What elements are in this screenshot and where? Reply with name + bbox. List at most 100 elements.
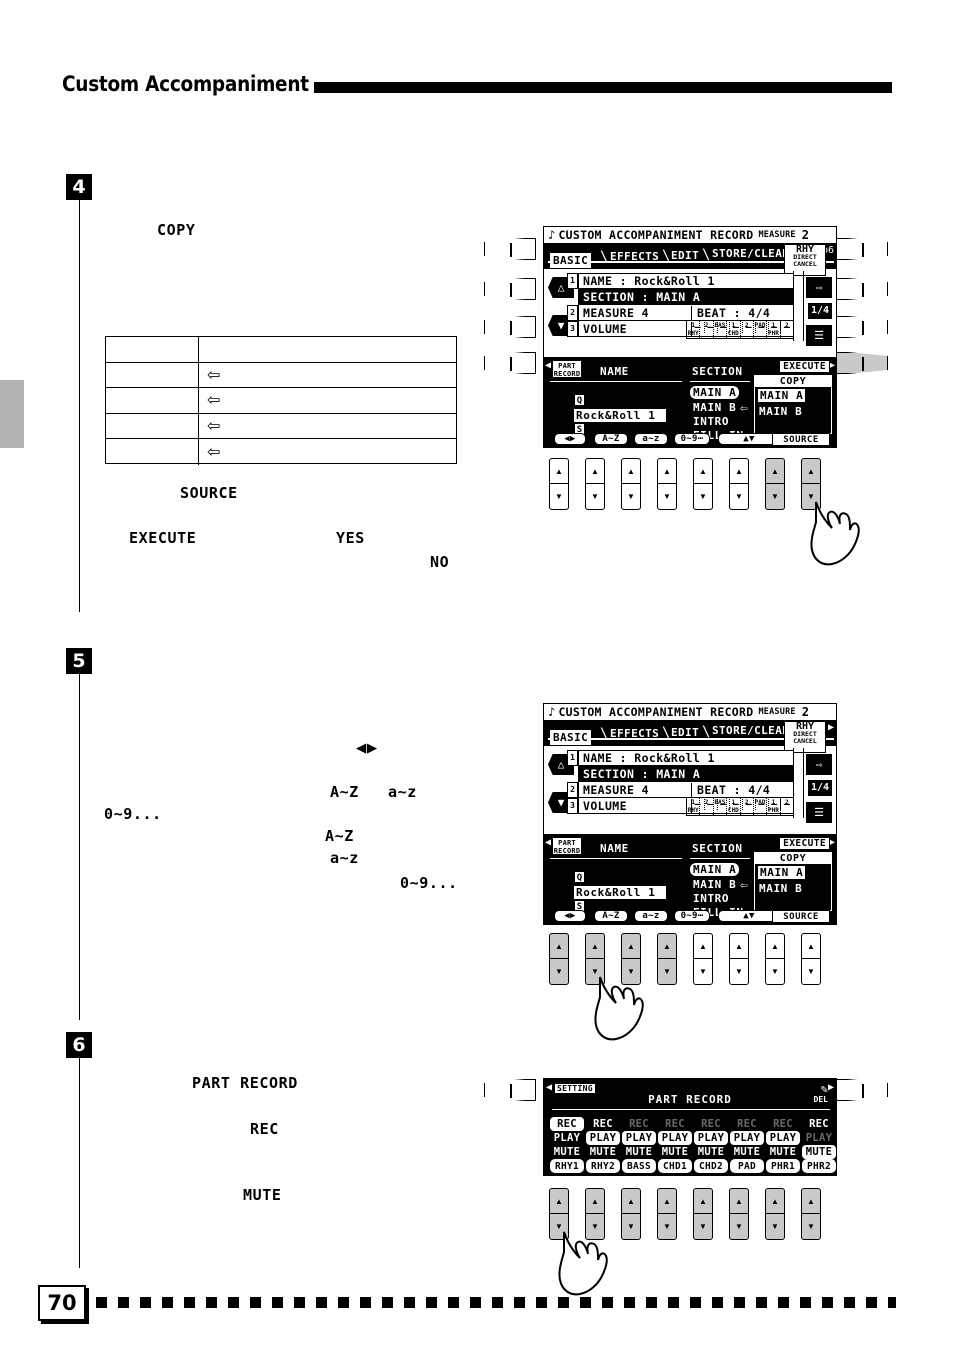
lcd-row-measure-beat[interactable]: MEASURE 4 BEAT : 4/4 xyxy=(578,305,794,321)
cell-play[interactable]: PLAY xyxy=(658,1131,692,1145)
softkey-uppercase[interactable]: A~Z xyxy=(594,433,628,445)
copy-item-main-b[interactable]: MAIN B xyxy=(759,405,802,418)
lcd-row-name[interactable]: NAME : Rock&Roll 1 xyxy=(578,750,794,766)
tab-edit[interactable]: EDIT xyxy=(671,249,699,262)
cell-mute[interactable]: MUTE xyxy=(586,1145,620,1159)
tab-store-clear[interactable]: STORE/CLEAR xyxy=(712,724,789,737)
lcd-right-button-1[interactable] xyxy=(836,1079,888,1101)
execute-button[interactable]: EXECUTE xyxy=(779,837,830,850)
tab-basic[interactable]: BASIC xyxy=(550,253,592,268)
cell-rec[interactable]: REC xyxy=(802,1117,836,1131)
cell-mute[interactable]: MUTE xyxy=(694,1145,728,1159)
updown-button-6[interactable]: ▲ ▼ xyxy=(729,458,749,510)
copy-item-main-a[interactable]: MAIN A xyxy=(758,866,806,879)
part-record-tag[interactable]: PART RECORD xyxy=(552,360,582,378)
cell-play[interactable]: PLAY xyxy=(622,1131,656,1145)
lcd-left-button-2[interactable] xyxy=(484,278,536,300)
cell-mute[interactable]: MUTE xyxy=(730,1145,764,1159)
softkey-numbers[interactable]: 0~9⋯ xyxy=(674,910,710,922)
jump-icon[interactable]: ⇨ xyxy=(806,277,832,298)
softkey-updown[interactable]: ▲▼ xyxy=(718,433,780,445)
tab-store-clear[interactable]: STORE/CLEAR xyxy=(712,247,789,260)
lcd-left-button-4[interactable] xyxy=(484,352,536,374)
updown-button-5[interactable]: ▲ ▼ xyxy=(693,458,713,510)
cell-rec[interactable]: REC xyxy=(586,1117,620,1131)
execute-button[interactable]: EXECUTE xyxy=(779,360,830,373)
lcd-left-button-1[interactable] xyxy=(484,1079,536,1101)
section-item-intro[interactable]: INTRO xyxy=(693,415,729,428)
lcd-right-button-1[interactable] xyxy=(836,238,888,260)
lcd-left-button-1[interactable] xyxy=(484,238,536,260)
softkey-cursor[interactable]: ◀▶ xyxy=(554,910,586,922)
updown-button-7[interactable]: ▲ ▼ xyxy=(765,458,785,510)
jump-icon[interactable]: ⇨ xyxy=(806,754,832,775)
lcd-right-button-2[interactable] xyxy=(836,278,888,300)
rhy-direct-cancel-badge[interactable]: RHY DIRECT CANCEL xyxy=(784,721,826,753)
list-icon[interactable]: ☰ xyxy=(806,325,832,346)
updown-button-4[interactable]: ▲ ▼ xyxy=(657,1188,677,1240)
softkey-source[interactable]: SOURCE xyxy=(772,910,830,923)
section-item-main-b[interactable]: MAIN B xyxy=(693,878,736,891)
tab-basic[interactable]: BASIC xyxy=(550,730,592,745)
cell-play[interactable]: PLAY xyxy=(802,1131,836,1145)
lcd-right-button-4[interactable] xyxy=(836,352,888,374)
softkey-lowercase[interactable]: a~z xyxy=(634,910,668,922)
lcd-row-section[interactable]: SECTION : MAIN A xyxy=(578,289,794,305)
updown-button-4[interactable]: ▲ ▼ xyxy=(657,933,677,985)
cell-mute[interactable]: MUTE xyxy=(622,1145,656,1159)
lcd-row-section[interactable]: SECTION : MAIN A xyxy=(578,766,794,782)
lcd-scrollbar[interactable] xyxy=(793,748,804,818)
softkey-cursor[interactable]: ◀▶ xyxy=(554,433,586,445)
softkey-source[interactable]: SOURCE xyxy=(772,433,830,446)
cell-rec[interactable]: REC xyxy=(694,1117,728,1131)
cell-rec[interactable]: REC xyxy=(658,1117,692,1131)
updown-button-2[interactable]: ▲ ▼ xyxy=(585,458,605,510)
cell-rec[interactable]: REC xyxy=(622,1117,656,1131)
updown-button-6[interactable]: ▲ ▼ xyxy=(729,933,749,985)
del-label[interactable]: DEL xyxy=(814,1095,828,1104)
name-value[interactable]: Rock&Roll 1 xyxy=(574,886,666,899)
copy-item-main-a[interactable]: MAIN A xyxy=(758,389,806,402)
updown-button-5[interactable]: ▲ ▼ xyxy=(693,1188,713,1240)
section-item-main-b[interactable]: MAIN B xyxy=(693,401,736,414)
rhy-direct-cancel-badge[interactable]: RHY DIRECT CANCEL xyxy=(784,244,826,276)
softkey-updown[interactable]: ▲▼ xyxy=(718,910,780,922)
updown-button-6[interactable]: ▲ ▼ xyxy=(729,1188,749,1240)
updown-button-7[interactable]: ▲ ▼ xyxy=(765,1188,785,1240)
softkey-numbers[interactable]: 0~9⋯ xyxy=(674,433,710,445)
lcd-scrollbar[interactable] xyxy=(793,271,804,341)
updown-button-3[interactable]: ▲ ▼ xyxy=(621,458,641,510)
cell-play[interactable]: PLAY xyxy=(766,1131,800,1145)
cell-play[interactable]: PLAY xyxy=(694,1131,728,1145)
updown-button-5[interactable]: ▲ ▼ xyxy=(693,933,713,985)
cell-mute[interactable]: MUTE xyxy=(550,1145,584,1159)
lcd-right-button-3[interactable] xyxy=(836,316,888,338)
updown-button-7[interactable]: ▲ ▼ xyxy=(765,933,785,985)
softkey-uppercase[interactable]: A~Z xyxy=(594,910,628,922)
cell-mute[interactable]: MUTE xyxy=(658,1145,692,1159)
lcd-row-measure-beat[interactable]: MEASURE 4 BEAT : 4/4 xyxy=(578,782,794,798)
softkey-lowercase[interactable]: a~z xyxy=(634,433,668,445)
section-item-main-a[interactable]: MAIN A xyxy=(690,863,740,876)
copy-item-main-b[interactable]: MAIN B xyxy=(759,882,802,895)
list-icon[interactable]: ☰ xyxy=(806,802,832,823)
name-value[interactable]: Rock&Roll 1 xyxy=(574,409,666,422)
tab-edit[interactable]: EDIT xyxy=(671,726,699,739)
updown-button-1[interactable]: ▲ ▼ xyxy=(549,933,569,985)
cell-play[interactable]: PLAY xyxy=(586,1131,620,1145)
cell-rec[interactable]: REC xyxy=(550,1117,584,1131)
tab-effects[interactable]: EFFECTS xyxy=(610,250,659,263)
lcd-row-name[interactable]: NAME : Rock&Roll 1 xyxy=(578,273,794,289)
cell-play[interactable]: PLAY xyxy=(550,1131,584,1145)
cell-rec[interactable]: REC xyxy=(730,1117,764,1131)
updown-button-4[interactable]: ▲ ▼ xyxy=(657,458,677,510)
updown-button-1[interactable]: ▲ ▼ xyxy=(549,458,569,510)
cell-rec[interactable]: REC xyxy=(766,1117,800,1131)
tab-effects[interactable]: EFFECTS xyxy=(610,727,659,740)
section-item-main-a[interactable]: MAIN A xyxy=(690,386,740,399)
updown-button-8[interactable]: ▲ ▼ xyxy=(801,933,821,985)
cell-mute[interactable]: MUTE xyxy=(766,1145,800,1159)
section-item-intro[interactable]: INTRO xyxy=(693,892,729,905)
updown-button-3[interactable]: ▲ ▼ xyxy=(621,1188,641,1240)
cell-play[interactable]: PLAY xyxy=(730,1131,764,1145)
